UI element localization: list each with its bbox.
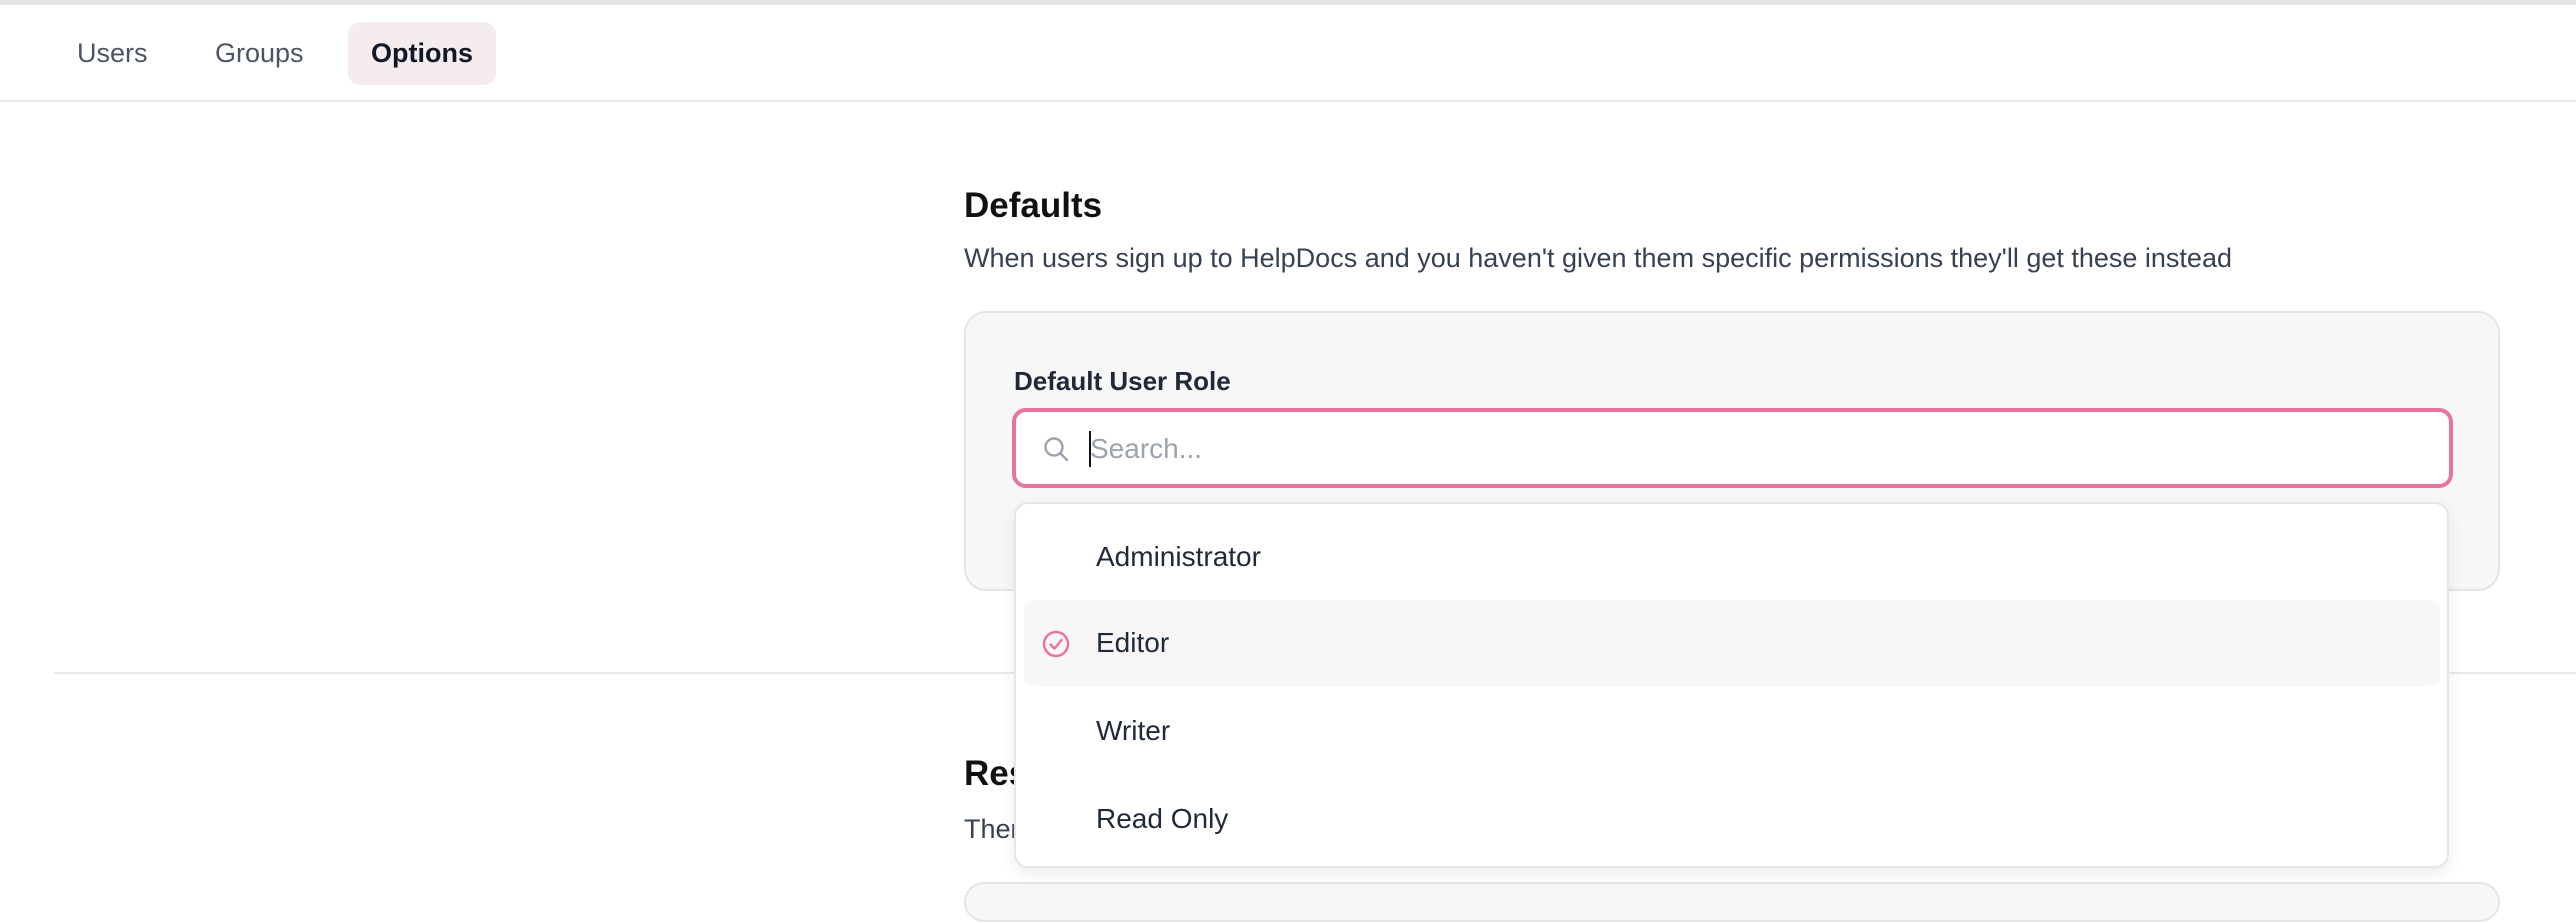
defaults-description: When users sign up to HelpDocs and you h… <box>964 243 2232 273</box>
tab-groups[interactable]: Groups <box>192 22 327 85</box>
option-editor[interactable]: Editor <box>1024 600 2440 686</box>
tab-options[interactable]: Options <box>348 22 496 85</box>
tab-users[interactable]: Users <box>54 22 171 85</box>
defaults-title: Defaults <box>964 186 1103 225</box>
section2-card <box>964 882 2500 922</box>
option-label: Editor <box>1096 627 1170 658</box>
option-read-only[interactable]: Read Only <box>1024 776 2440 862</box>
option-label: Administrator <box>1096 541 1261 572</box>
search-icon <box>1042 435 1070 463</box>
option-writer[interactable]: Writer <box>1024 688 2440 774</box>
role-search-input[interactable] <box>1088 418 2432 480</box>
role-search-field[interactable] <box>1012 408 2453 488</box>
default-user-role-label: Default User Role <box>1014 366 1231 396</box>
option-label: Writer <box>1096 715 1171 746</box>
role-options-dropdown: Administrator Editor Writer Read Only <box>1014 502 2449 868</box>
option-label: Read Only <box>1096 803 1229 834</box>
section2-description: Ther <box>964 814 1020 844</box>
tab-bar: Users Groups Options <box>0 5 2576 102</box>
option-administrator[interactable]: Administrator <box>1024 514 2440 600</box>
check-circle-icon <box>1040 628 1072 660</box>
